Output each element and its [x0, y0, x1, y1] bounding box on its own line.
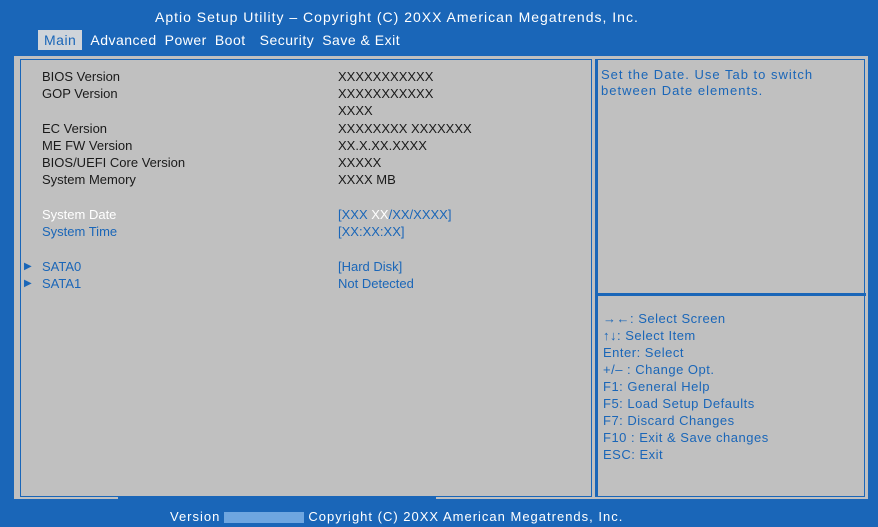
footer-text: Version Copyright (C) 20XX American Megat…	[170, 509, 623, 524]
scroll-indicator	[118, 497, 436, 499]
sata1-value: Not Detected	[338, 276, 414, 291]
core-version-value: XXXXX	[338, 155, 382, 170]
app-title: Aptio Setup Utility – Copyright (C) 20XX…	[155, 9, 639, 25]
key-select-screen: →←: Select Screen	[603, 311, 726, 326]
ec-version-label: EC Version	[42, 121, 108, 136]
menu-tabs: Main Advanced Power Boot Security Save &…	[38, 30, 406, 50]
sata0-item[interactable]: SATA0	[42, 259, 81, 274]
help-text: Set the Date. Use Tab to switch between …	[601, 67, 814, 98]
key-exit-save: F10 : Exit & Save changes	[603, 430, 769, 445]
footer-version-label: Version	[170, 509, 221, 524]
system-date-label[interactable]: System Date	[42, 207, 116, 222]
me-fw-version-label: ME FW Version	[42, 138, 133, 153]
ec-version-value: XXXXXXXX XXXXXXX	[338, 121, 472, 136]
key-load-defaults: F5: Load Setup Defaults	[603, 396, 755, 411]
tab-security[interactable]: Security	[252, 30, 321, 50]
system-memory-value: XXXX MB	[338, 172, 396, 187]
core-version-label: BIOS/UEFI Core Version	[42, 155, 186, 170]
key-general-help: F1: General Help	[603, 379, 710, 394]
system-time-label[interactable]: System Time	[42, 224, 117, 239]
submenu-arrow-icon: ▶	[24, 261, 32, 272]
gop-version-value-line2: XXXX	[338, 103, 373, 118]
tab-main[interactable]: Main	[38, 30, 83, 50]
tab-power[interactable]: Power	[163, 30, 213, 50]
help-divider	[598, 293, 866, 296]
sata1-item[interactable]: SATA1	[42, 276, 81, 291]
system-time-field[interactable]: [XX:XX:XX]	[338, 224, 404, 239]
me-fw-version-value: XX.X.XX.XXXX	[338, 138, 427, 153]
tab-advanced[interactable]: Advanced	[82, 30, 162, 50]
key-enter-select: Enter: Select	[603, 345, 684, 360]
bios-version-label: BIOS Version	[42, 69, 121, 84]
gop-version-label: GOP Version	[42, 86, 118, 101]
tab-save-exit[interactable]: Save & Exit	[320, 30, 406, 50]
sata0-value: [Hard Disk]	[338, 259, 403, 274]
date-month-year: /XX/XXXX]	[388, 207, 452, 222]
date-weekday: [XXX	[338, 207, 372, 222]
date-day-selected[interactable]: XX	[371, 207, 388, 222]
key-exit: ESC: Exit	[603, 447, 664, 462]
footer-copyright: Copyright (C) 20XX American Megatrends, …	[308, 509, 624, 524]
submenu-arrow-icon: ▶	[24, 278, 32, 289]
gop-version-value: XXXXXXXXXXX	[338, 86, 434, 101]
tab-boot[interactable]: Boot	[213, 30, 252, 50]
key-select-item: ↑↓: Select Item	[603, 328, 696, 343]
key-change-opt: +/– : Change Opt.	[603, 362, 715, 377]
redacted-version	[224, 512, 305, 524]
key-discard-changes: F7: Discard Changes	[603, 413, 735, 428]
system-memory-label: System Memory	[42, 172, 136, 187]
system-date-field[interactable]: [XXX XX/XX/XXXX]	[338, 207, 451, 222]
bios-version-value: XXXXXXXXXXX	[338, 69, 434, 84]
